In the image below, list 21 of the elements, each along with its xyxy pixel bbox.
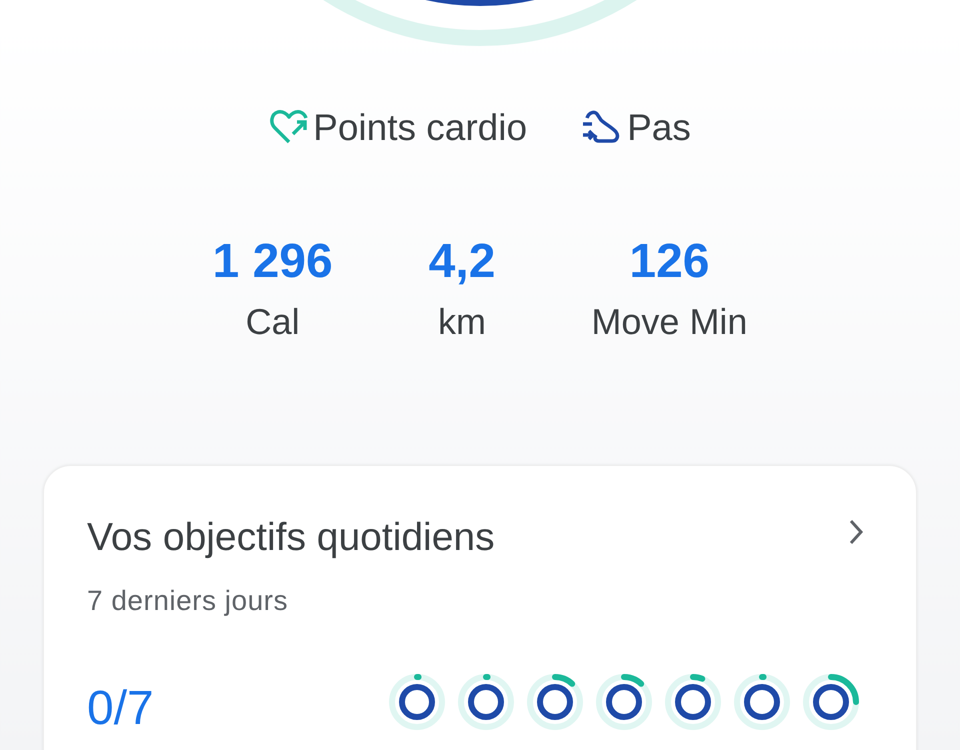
goal-ring[interactable] — [457, 673, 515, 731]
goals-card[interactable]: Vos objectifs quotidiens 7 derniers jours 0/7 — [43, 465, 917, 750]
stat-value: 1 296 — [212, 238, 333, 286]
card-subtitle: 7 derniers jours — [86, 587, 289, 615]
stat-label: Cal — [246, 304, 300, 340]
stat-value: 126 — [629, 238, 710, 286]
card-title: Vos objectifs quotidiens — [87, 518, 495, 557]
goal-ring[interactable] — [733, 673, 791, 731]
stat-value: 4,2 — [428, 238, 496, 286]
goal-ring[interactable] — [388, 673, 446, 731]
stat-label: Move Min — [591, 304, 748, 340]
goal-ring[interactable] — [664, 673, 722, 731]
goal-ring[interactable] — [802, 673, 860, 731]
goal-ring[interactable] — [595, 673, 653, 731]
goal-ring[interactable] — [526, 673, 584, 731]
legend-label: Pas — [627, 108, 691, 146]
goal-count: 0/7 — [87, 685, 154, 733]
heart-arrow-icon — [269, 108, 310, 146]
chevron-right-icon[interactable] — [848, 518, 864, 546]
stat-label: km — [438, 304, 486, 340]
legend-label: Points cardio — [313, 108, 528, 146]
